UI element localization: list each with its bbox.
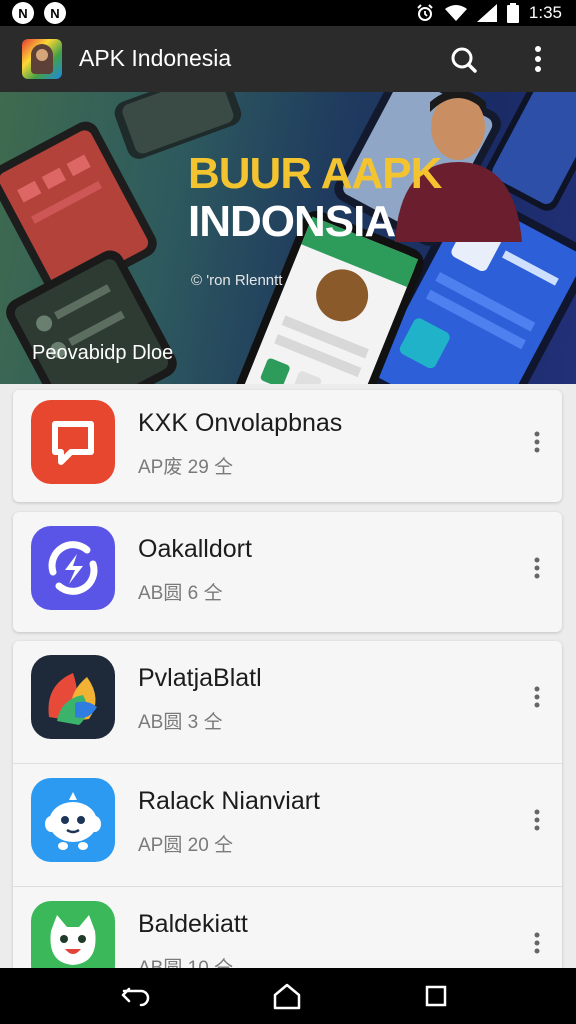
search-button[interactable]	[446, 42, 480, 76]
back-button[interactable]	[118, 980, 154, 1012]
app-meta: AB圆 3 仝	[138, 712, 223, 733]
list-item[interactable]: PvlatjaBlatl AB圆 3 仝	[13, 641, 562, 763]
more-vert-icon	[534, 686, 540, 708]
status-time: 1:35	[528, 3, 562, 22]
banner-title-line2: INDONSIA	[188, 197, 396, 246]
item-menu-button[interactable]	[525, 548, 549, 588]
app-name: Baldekiatt	[138, 910, 248, 938]
app-meta: AP圆 20 仝	[138, 835, 234, 856]
list-item[interactable]: Oakalldort AB圆 6 仝	[13, 512, 562, 634]
more-vert-icon	[535, 46, 541, 72]
app-title: APK Indonesia	[79, 45, 232, 71]
app-card: Oakalldort AB圆 6 仝	[13, 512, 562, 632]
app-logo	[22, 39, 62, 79]
list-item[interactable]: KXK Onvolapbnas AP废 29 仝	[13, 386, 562, 508]
colorful-leaf-icon	[31, 655, 115, 739]
notification-icon: N	[44, 2, 66, 24]
app-name: Ralack Nianviart	[138, 787, 321, 815]
banner-credit: © 'ron Rlenntt	[191, 272, 283, 289]
recents-icon	[425, 985, 447, 1007]
app-bar: APK Indonesia	[0, 26, 576, 92]
system-nav-bar	[0, 968, 576, 1024]
banner-title: BUUR AAPK INDONSIA	[188, 149, 442, 246]
app-meta: AP废 29 仝	[138, 457, 234, 478]
more-vert-icon	[534, 932, 540, 954]
wifi-icon	[444, 4, 467, 22]
list-item[interactable]: Baldekiatt AB圆 10 仝	[13, 886, 562, 968]
list-item[interactable]: Ralack Nianviart AP圆 20 仝	[13, 763, 562, 885]
item-menu-button[interactable]	[525, 677, 549, 717]
app-card: PvlatjaBlatl AB圆 3 仝 Ralack Nianviart AP…	[13, 641, 562, 968]
alarm-icon	[415, 3, 435, 23]
home-icon	[273, 983, 301, 1010]
recents-button[interactable]	[418, 980, 454, 1012]
banner-title-line1: BUUR AAPK	[188, 149, 442, 198]
robot-mascot-icon	[31, 778, 115, 862]
cat-face-icon	[31, 901, 115, 968]
more-vert-icon	[534, 431, 540, 453]
app-meta: AB圆 6 仝	[138, 583, 223, 604]
status-bar: N N 1:35	[0, 0, 576, 26]
app-name: Oakalldort	[138, 535, 252, 563]
more-options-button[interactable]	[521, 42, 555, 76]
item-menu-button[interactable]	[525, 800, 549, 840]
sync-bolt-icon	[31, 526, 115, 610]
app-list: KXK Onvolapbnas AP废 29 仝 Oakalldort AB圆 …	[0, 384, 576, 968]
app-name: KXK Onvolapbnas	[138, 409, 343, 437]
app-card: KXK Onvolapbnas AP废 29 仝	[13, 390, 562, 502]
notification-icon: N	[12, 2, 34, 24]
app-name: PvlatjaBlatl	[138, 664, 262, 692]
more-vert-icon	[534, 809, 540, 831]
search-icon	[451, 47, 477, 73]
battery-icon	[506, 3, 519, 23]
signal-icon	[476, 4, 497, 22]
item-menu-button[interactable]	[525, 422, 549, 462]
item-menu-button[interactable]	[525, 923, 549, 963]
app-meta: AB圆 10 仝	[138, 953, 233, 968]
chat-bubble-icon	[31, 400, 115, 484]
banner-caption: Peovabidp Dloe	[32, 342, 174, 364]
more-vert-icon	[534, 557, 540, 579]
featured-banner[interactable]: BUUR AAPK INDONSIA © 'ron Rlenntt Peovab…	[0, 92, 576, 384]
home-button[interactable]	[269, 980, 305, 1012]
back-icon	[121, 987, 150, 1007]
